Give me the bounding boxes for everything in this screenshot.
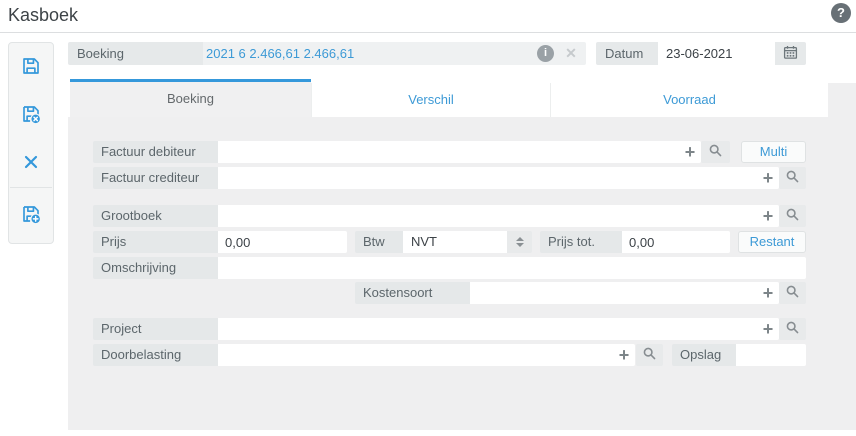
doorbelasting-field: + bbox=[218, 344, 635, 366]
opslag-field bbox=[736, 344, 806, 366]
save-cancel-button[interactable] bbox=[9, 91, 53, 139]
grootboek-field: + bbox=[218, 205, 779, 227]
page-title: Kasboek bbox=[8, 5, 78, 26]
add-icon[interactable]: + bbox=[757, 319, 779, 339]
tab-row-filler bbox=[828, 83, 856, 117]
search-icon bbox=[785, 284, 800, 302]
info-icon[interactable]: i bbox=[537, 45, 554, 62]
help-icon[interactable]: ? bbox=[831, 3, 851, 23]
clear-boeking-icon[interactable]: ✕ bbox=[562, 44, 580, 62]
btw-label: Btw bbox=[355, 231, 403, 253]
kostensoort-input[interactable] bbox=[470, 282, 757, 304]
search-icon bbox=[785, 207, 800, 225]
factuur-crediteur-field: + bbox=[218, 167, 779, 189]
factuur-crediteur-label: Factuur crediteur bbox=[93, 167, 218, 189]
calendar-icon bbox=[783, 45, 798, 63]
close-button[interactable] bbox=[9, 139, 53, 187]
opslag-input[interactable] bbox=[736, 344, 806, 366]
add-icon[interactable]: + bbox=[757, 283, 779, 303]
floppy-icon bbox=[21, 56, 41, 79]
floppy-plus-icon bbox=[21, 204, 41, 227]
add-icon[interactable]: + bbox=[757, 206, 779, 226]
prijs-tot-input[interactable] bbox=[622, 231, 730, 253]
grootboek-label: Grootboek bbox=[93, 205, 218, 227]
action-toolbar bbox=[8, 42, 54, 244]
header-divider bbox=[0, 32, 856, 33]
tab-verschil[interactable]: Verschil bbox=[311, 83, 550, 117]
boeking-field-label: Boeking bbox=[68, 42, 203, 65]
prijs-tot-label: Prijs tot. bbox=[540, 231, 622, 253]
factuur-debiteur-label: Factuur debiteur bbox=[93, 141, 218, 163]
multi-button[interactable]: Multi bbox=[741, 141, 806, 163]
datum-field-label: Datum bbox=[596, 42, 658, 65]
save-button[interactable] bbox=[9, 43, 53, 91]
restant-button[interactable]: Restant bbox=[738, 231, 806, 253]
save-new-button[interactable] bbox=[9, 188, 53, 243]
omschrijving-field bbox=[218, 257, 806, 279]
floppy-x-icon bbox=[21, 104, 41, 127]
calendar-button[interactable] bbox=[775, 42, 806, 65]
omschrijving-input[interactable] bbox=[218, 257, 806, 279]
x-icon bbox=[23, 154, 39, 173]
factuur-debiteur-field: + bbox=[218, 141, 701, 163]
boeking-reference-value: 2021 6 2.466,61 2.466,61 bbox=[203, 42, 586, 65]
add-icon[interactable]: + bbox=[757, 168, 779, 188]
search-icon bbox=[785, 320, 800, 338]
doorbelasting-label: Doorbelasting bbox=[93, 344, 218, 366]
factuur-debiteur-input[interactable] bbox=[218, 141, 679, 163]
factuur-crediteur-search-button[interactable] bbox=[779, 167, 806, 189]
prijs-input[interactable] bbox=[218, 231, 347, 253]
doorbelasting-search-button[interactable] bbox=[636, 344, 663, 366]
search-icon bbox=[708, 143, 723, 161]
datum-input[interactable] bbox=[658, 42, 775, 65]
prijs-label: Prijs bbox=[93, 231, 218, 253]
btw-select[interactable]: NVT bbox=[403, 231, 532, 253]
add-icon[interactable]: + bbox=[613, 345, 635, 365]
grootboek-input[interactable] bbox=[218, 205, 757, 227]
kostensoort-field: + bbox=[470, 282, 779, 304]
project-label: Project bbox=[93, 318, 218, 340]
tab-boeking[interactable]: Boeking bbox=[70, 79, 311, 117]
btw-select-value: NVT bbox=[403, 231, 507, 253]
spinner-arrows-icon[interactable] bbox=[507, 231, 532, 253]
doorbelasting-input[interactable] bbox=[218, 344, 613, 366]
project-search-button[interactable] bbox=[779, 318, 806, 340]
omschrijving-label: Omschrijving bbox=[93, 257, 218, 279]
add-icon[interactable]: + bbox=[679, 142, 701, 162]
tab-voorraad[interactable]: Voorraad bbox=[550, 83, 828, 117]
prijs-field bbox=[218, 231, 347, 253]
project-field: + bbox=[218, 318, 779, 340]
kostensoort-search-button[interactable] bbox=[779, 282, 806, 304]
search-icon bbox=[642, 346, 657, 364]
project-input[interactable] bbox=[218, 318, 757, 340]
kasboek-window: Kasboek ? bbox=[0, 0, 856, 436]
opslag-label: Opslag bbox=[672, 344, 736, 366]
prijs-tot-field bbox=[622, 231, 730, 253]
grootboek-search-button[interactable] bbox=[779, 205, 806, 227]
search-icon bbox=[785, 169, 800, 187]
kostensoort-label: Kostensoort bbox=[355, 282, 470, 304]
factuur-crediteur-input[interactable] bbox=[218, 167, 757, 189]
factuur-debiteur-search-button[interactable] bbox=[701, 141, 730, 163]
